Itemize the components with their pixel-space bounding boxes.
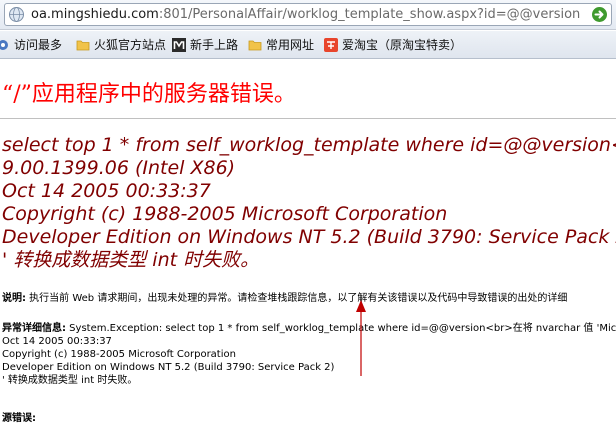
bookmark-common-sites[interactable]: 常用网址 [248,36,314,54]
error-title: “/”应用程序中的服务器错误。 [2,82,296,107]
m-logo-icon [172,37,186,52]
exception-detail-line: Developer Edition on Windows NT 5.2 (Bui… [2,362,335,373]
exception-detail-line: Copyright (c) 1988-2005 Microsoft Corpor… [2,349,236,360]
folder-icon [248,40,262,50]
exception-text: System.Exception: select top 1 * from se… [66,323,616,334]
bookmark-firefox-site[interactable]: 火狐官方站点 [76,36,166,54]
description-label: 说明: [2,293,26,304]
source-error-label: 源错误: [2,413,36,424]
error-message-line: select top 1 * from self_worklog_templat… [2,134,616,156]
exception-detail-line: ' 转换成数据类型 int 时失败。 [2,375,138,386]
page-content: “/”应用程序中的服务器错误。 select top 1 * from self… [0,60,616,436]
exception-label: 异常详细信息: [2,323,66,334]
bookmark-ai-taobao[interactable]: 爱淘宝（原淘宝特卖） [324,36,462,54]
bookmark-label: 爱淘宝（原淘宝特卖） [342,38,463,52]
bookmark-label: 火狐官方站点 [94,38,167,52]
bookmarks-toolbar: 访问最多 火狐官方站点 新手上路 常用网址 爱淘宝（原淘宝特卖） [0,31,616,59]
url-input[interactable]: oa.mingshiedu.com:801/PersonalAffair/wor… [4,3,612,26]
description-row: 说明: 执行当前 Web 请求期间，出现未处理的异常。请检查堆栈跟踪信息，以了解… [2,292,567,305]
error-message: select top 1 * from self_worklog_templat… [2,134,616,272]
divider [0,118,616,119]
taobao-icon [324,37,338,52]
address-bar: oa.mingshiedu.com:801/PersonalAffair/wor… [0,0,616,30]
folder-icon [76,40,90,50]
url-path: :801/PersonalAffair/worklog_template_sho… [158,7,581,22]
bookmark-label: 访问最多 [14,38,63,52]
description-text: 执行当前 Web 请求期间，出现未处理的异常。请检查堆栈跟踪信息，以了解有关该错… [26,293,568,304]
error-message-line: 9.00.1399.06 (Intel X86) [2,157,236,179]
url-host: oa.mingshiedu.com [31,7,159,22]
exception-detail-line: Oct 14 2005 00:33:37 [2,336,112,347]
bookmark-label: 新手上路 [190,38,239,52]
exception-row: 异常详细信息: System.Exception: select top 1 *… [2,322,616,335]
error-message-line: Copyright (c) 1988-2005 Microsoft Corpor… [2,203,448,225]
error-message-line: Developer Edition on Windows NT 5.2 (Bui… [2,226,616,248]
source-error-row: 源错误: [2,412,36,425]
url-text: oa.mingshiedu.com:801/PersonalAffair/wor… [31,7,580,22]
globe-icon [9,7,24,22]
go-arrow-icon[interactable] [591,6,608,23]
error-message-line: ' 转换成数据类型 int 时失败。 [2,249,260,271]
bookmark-label: 常用网址 [266,38,315,52]
error-message-line: Oct 14 2005 00:33:37 [2,180,211,202]
bookmark-most-visited[interactable]: 访问最多 [0,36,62,54]
gear-icon [0,39,8,50]
bookmark-getting-started[interactable]: 新手上路 [172,36,238,54]
